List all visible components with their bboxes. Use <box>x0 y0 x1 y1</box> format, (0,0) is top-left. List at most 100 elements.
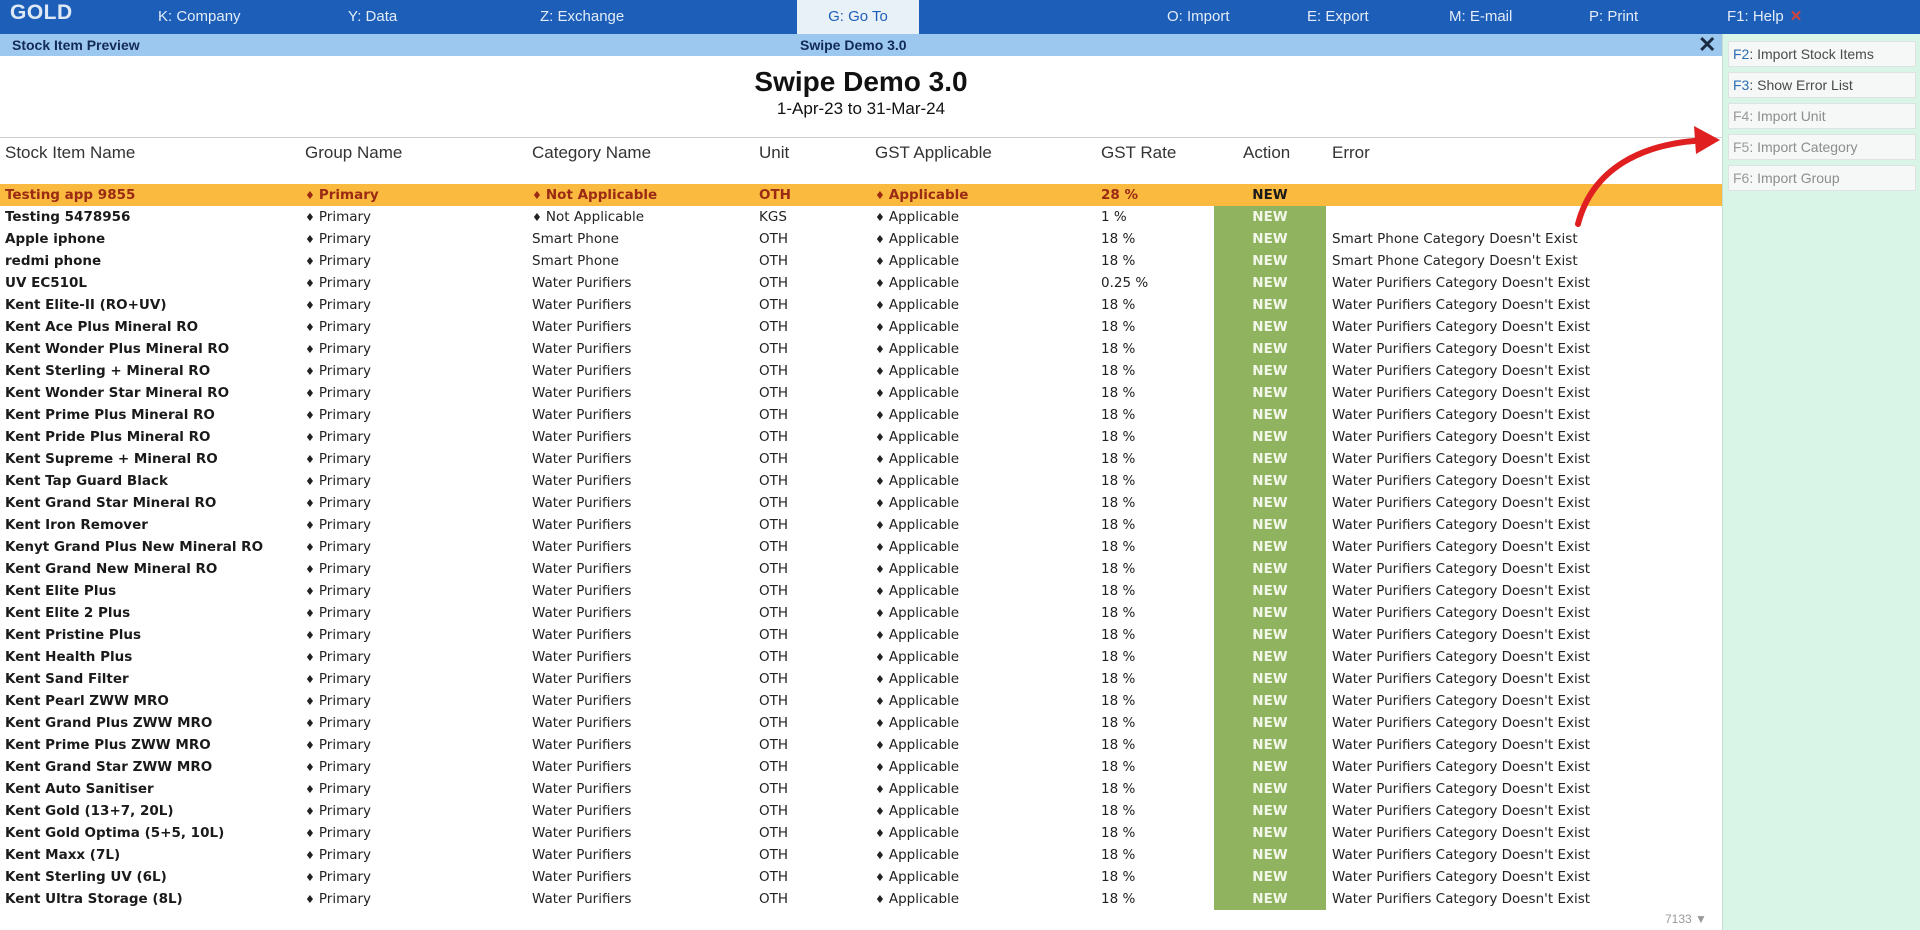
stock-item-name-cell: Kent Grand New Mineral RO <box>5 561 217 577</box>
unit-cell: OTH <box>759 671 788 687</box>
gst-applicable-cell-text: Applicable <box>888 539 960 555</box>
unit-cell: OTH <box>759 297 788 313</box>
header-gst-rate: GST Rate <box>1101 143 1177 162</box>
show-error-list-button[interactable]: F3: Show Error List <box>1728 72 1916 98</box>
gst-rate-cell-text: 18 % <box>1101 737 1136 753</box>
table-row[interactable]: Kent Sterling UV (6L) ♦ Primary Water Purif… <box>0 866 1722 888</box>
menu-go-to[interactable]: G: Go To <box>797 0 919 34</box>
table-row[interactable]: Kent Pearl ZWW MRO ♦ Primary Water Purifier… <box>0 690 1722 712</box>
gst-rate-cell-text: 28 % <box>1101 187 1139 203</box>
table-row[interactable]: Kenyt Grand Plus New Mineral RO ♦ Primary W… <box>0 536 1722 558</box>
table-row[interactable]: Kent Iron Remover ♦ Primary Water Purifiers… <box>0 514 1722 536</box>
table-row[interactable]: Kent Grand New Mineral RO ♦ Primary Water P… <box>0 558 1722 580</box>
gst-rate-cell-text: 18 % <box>1101 517 1136 533</box>
diamond-icon: ♦ <box>305 321 315 334</box>
period-heading: 1-Apr-23 to 31-Mar-24 <box>776 99 946 118</box>
diamond-icon: ♦ <box>305 871 315 884</box>
import-category-button[interactable]: F5: Import Category <box>1728 134 1916 160</box>
import-stock-items-button[interactable]: F2: Import Stock Items <box>1728 41 1916 67</box>
table-row[interactable]: Kent Prime Plus Mineral RO ♦ Primary Water … <box>0 404 1722 426</box>
menu-data[interactable]: Y: Data <box>348 0 397 34</box>
action-cell: NEW <box>1214 778 1326 800</box>
diamond-icon: ♦ <box>875 497 885 510</box>
gst-applicable-cell-text: Applicable <box>888 693 960 709</box>
error-cell-text: Water Purifiers Category Doesn't Exist <box>1332 561 1591 577</box>
gst-applicable-cell: ♦ Applicable <box>875 385 959 401</box>
table-row[interactable]: UV EC510L ♦ Primary Water Purifiers OTH ♦ Appl… <box>0 272 1722 294</box>
table-row[interactable]: Testing 5478956 ♦ Primary ♦ Not Applicable KG… <box>0 206 1722 228</box>
category-name-cell-text: Water Purifiers <box>532 825 632 841</box>
error-cell-text: Water Purifiers Category Doesn't Exist <box>1332 847 1591 863</box>
table-row[interactable]: Kent Grand Star ZWW MRO ♦ Primary Water Pur… <box>0 756 1722 778</box>
menu-help[interactable]: F1: Help ✕ <box>1727 0 1802 34</box>
table-row[interactable]: Kent Tap Guard Black ♦ Primary Water Purifi… <box>0 470 1722 492</box>
table-row[interactable]: Kent Pride Plus Mineral RO ♦ Primary Water … <box>0 426 1722 448</box>
unit-cell-text: OTH <box>759 715 789 731</box>
table-row[interactable]: Kent Supreme + Mineral RO ♦ Primary Water P… <box>0 448 1722 470</box>
diamond-icon: ♦ <box>305 739 315 752</box>
error-cell-text: Water Purifiers Category Doesn't Exist <box>1332 539 1591 555</box>
group-name-cell-text: Primary <box>318 781 372 797</box>
gst-rate-cell: 18 % <box>1101 539 1135 555</box>
import-group-button[interactable]: F6: Import Group <box>1728 165 1916 191</box>
action-cell: NEW <box>1214 250 1326 272</box>
table-row[interactable]: Apple iphone ♦ Primary Smart Phone OTH ♦ Appli… <box>0 228 1722 250</box>
error-cell-text: Water Purifiers Category Doesn't Exist <box>1332 517 1591 533</box>
gst-applicable-cell-text: Applicable <box>888 605 960 621</box>
table-row[interactable]: Kent Health Plus ♦ Primary Water Purifiers O… <box>0 646 1722 668</box>
category-name-cell: ♦ Not Applicable <box>532 187 657 203</box>
menu-label: : Import <box>1178 8 1230 25</box>
gst-rate-cell: 18 % <box>1101 341 1135 357</box>
stock-item-name-cell: Testing app 9855 <box>5 187 135 203</box>
stock-item-name-cell-text: Kent Maxx (7L) <box>5 847 121 863</box>
table-row[interactable]: Kent Auto Sanitiser ♦ Primary Water Purifie… <box>0 778 1722 800</box>
error-cell: Water Purifiers Category Doesn't Exist <box>1332 341 1590 357</box>
menu-company[interactable]: K: Company <box>158 0 241 34</box>
menu-exchange[interactable]: Z: Exchange <box>540 0 624 34</box>
gst-applicable-cell-text: Applicable <box>888 517 960 533</box>
table-row[interactable]: Kent Grand Plus ZWW MRO ♦ Primary Water Pur… <box>0 712 1722 734</box>
button-label: : Import Group <box>1749 170 1840 186</box>
menu-export[interactable]: E: Export <box>1307 0 1369 34</box>
unit-cell: OTH <box>759 539 788 555</box>
action-cell-text: NEW <box>1252 297 1288 313</box>
menu-email[interactable]: M: E-mail <box>1449 0 1512 34</box>
stock-item-name-cell: Kent Pride Plus Mineral RO <box>5 429 211 445</box>
table-row[interactable]: Kent Sterling + Mineral RO ♦ Primary Water … <box>0 360 1722 382</box>
table-row[interactable]: Testing app 9855 ♦ Primary ♦ Not Applicable O… <box>0 184 1722 206</box>
gst-applicable-cell: ♦ Applicable <box>875 231 959 247</box>
table-row[interactable]: Kent Prime Plus ZWW MRO ♦ Primary Water Pur… <box>0 734 1722 756</box>
close-icon[interactable]: ✕ <box>1698 34 1716 56</box>
table-row[interactable]: Kent Maxx (7L) ♦ Primary Water Purifiers OTH… <box>0 844 1722 866</box>
table-row[interactable]: Kent Ultra Storage (8L) ♦ Primary Water Pur… <box>0 888 1722 910</box>
menu-import[interactable]: O: Import <box>1167 0 1230 34</box>
table-row[interactable]: Kent Wonder Star Mineral RO ♦ Primary Water… <box>0 382 1722 404</box>
action-cell: NEW <box>1214 404 1326 426</box>
table-row[interactable]: Kent Pristine Plus ♦ Primary Water Purifier… <box>0 624 1722 646</box>
table-row[interactable]: Kent Gold Optima (5+5, 10L) ♦ Primary Water… <box>0 822 1722 844</box>
category-name-cell-text: Water Purifiers <box>532 429 632 445</box>
gst-applicable-cell: ♦ Applicable <box>875 781 959 797</box>
gst-rate-cell: 18 % <box>1101 253 1135 269</box>
unit-cell-text: OTH <box>759 473 789 489</box>
gst-applicable-cell: ♦ Applicable <box>875 253 959 269</box>
table-row[interactable]: Kent Grand Star Mineral RO ♦ Primary Water … <box>0 492 1722 514</box>
table-row[interactable]: redmi phone ♦ Primary Smart Phone OTH ♦ Applic… <box>0 250 1722 272</box>
menu-label: : E-mail <box>1461 8 1513 25</box>
action-cell: NEW <box>1214 294 1326 316</box>
table-row[interactable]: Kent Gold (13+7, 20L) ♦ Primary Water Purif… <box>0 800 1722 822</box>
table-row[interactable]: Kent Wonder Plus Mineral RO ♦ Primary Water… <box>0 338 1722 360</box>
category-name-cell-text: Water Purifiers <box>532 385 632 401</box>
menu-print[interactable]: P: Print <box>1589 0 1638 34</box>
table-row[interactable]: Kent Elite Plus ♦ Primary Water Purifiers OT… <box>0 580 1722 602</box>
diamond-icon: ♦ <box>875 849 885 862</box>
table-row[interactable]: Kent Elite-II (RO+UV) ♦ Primary Water Purif… <box>0 294 1722 316</box>
table-row[interactable]: Kent Sand Filter ♦ Primary Water Purifiers O… <box>0 668 1722 690</box>
table-row[interactable]: Kent Elite 2 Plus ♦ Primary Water Purifiers… <box>0 602 1722 624</box>
error-cell-text: Water Purifiers Category Doesn't Exist <box>1332 363 1591 379</box>
gst-rate-cell: 18 % <box>1101 517 1135 533</box>
import-unit-button[interactable]: F4: Import Unit <box>1728 103 1916 129</box>
unit-cell: OTH <box>759 473 788 489</box>
unit-cell: OTH <box>759 759 788 775</box>
table-row[interactable]: Kent Ace Plus Mineral RO ♦ Primary Water Pu… <box>0 316 1722 338</box>
